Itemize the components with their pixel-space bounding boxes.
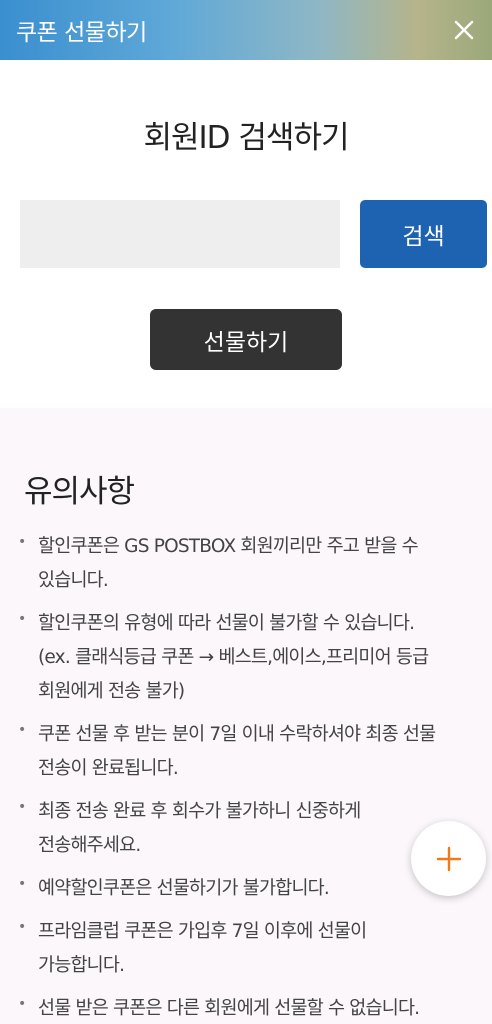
- notice-line: 전송이 완료됩니다.: [38, 758, 179, 779]
- notice-line: 예약할인쿠폰은 선물하기가 불가합니다.: [38, 878, 330, 899]
- page-title: 쿠폰 선물하기: [16, 20, 147, 46]
- bullet-icon: •: [18, 799, 26, 815]
- bullet-icon: •: [18, 611, 26, 627]
- plus-icon: [436, 846, 461, 871]
- bullet-icon: •: [18, 996, 26, 1012]
- app-header: 쿠폰 선물하기: [0, 0, 492, 60]
- notice-line: 회원에게 전송 불가): [38, 681, 185, 702]
- bullet-icon: •: [18, 722, 26, 738]
- notice-item: • 쿠폰 선물 후 받는 분이 7일 이내 수락하셔야 최종 선물전송이 완료됩니…: [18, 718, 478, 786]
- notice-line: 최종 전송 완료 후 회수가 불가하니 신중하게: [38, 801, 361, 822]
- notice-item: • 할인쿠폰의 유형에 따라 선물이 불가할 수 있습니다. (ex. 클래식등급 …: [18, 607, 478, 709]
- notice-line: (ex. 클래식등급 쿠폰 → 베스트,에이스,프리미어 등급: [38, 647, 429, 668]
- notice-list: • 할인쿠폰은 GS POSTBOX 회원끼리만 주고 받을 수있습니다. • 할인쿠…: [18, 530, 478, 1024]
- close-button[interactable]: [446, 12, 482, 48]
- search-button[interactable]: 검색: [360, 200, 487, 268]
- notice-line: 할인쿠폰은 GS POSTBOX 회원끼리만 주고 받을 수: [38, 536, 419, 557]
- notice-item: • 할인쿠폰은 GS POSTBOX 회원끼리만 주고 받을 수있습니다.: [18, 530, 478, 598]
- gift-button[interactable]: 선물하기: [150, 309, 342, 370]
- bullet-icon: •: [18, 876, 26, 892]
- notice-title: 유의사항: [24, 474, 135, 510]
- floating-add-button[interactable]: [411, 821, 486, 896]
- notice-item: • 프라임클럽 쿠폰은 가입후 7일 이후에 선물이가능합니다.: [18, 915, 478, 983]
- notice-line: 있습니다.: [38, 570, 109, 591]
- search-section: 회원ID 검색하기 검색 선물하기: [0, 60, 492, 408]
- member-id-search-input[interactable]: [20, 200, 340, 268]
- notice-item: • 선물 받은 쿠폰은 다른 회원에게 선물할 수 없습니다.: [18, 992, 478, 1024]
- notice-section: 유의사항 • 할인쿠폰은 GS POSTBOX 회원끼리만 주고 받을 수있습니다…: [0, 408, 492, 1024]
- close-icon: [454, 20, 474, 40]
- notice-line: 가능합니다.: [38, 955, 125, 976]
- notice-item: • 예약할인쿠폰은 선물하기가 불가합니다.: [18, 872, 478, 906]
- notice-item: • 최종 전송 완료 후 회수가 불가하니 신중하게 전송해주세요.: [18, 795, 478, 863]
- notice-line: 할인쿠폰의 유형에 따라 선물이 불가할 수 있습니다.: [38, 613, 415, 634]
- notice-line: 프라임클럽 쿠폰은 가입후 7일 이후에 선물이: [38, 921, 367, 942]
- notice-line: 선물 받은 쿠폰은 다른 회원에게 선물할 수 없습니다.: [38, 998, 420, 1019]
- bullet-icon: •: [18, 919, 26, 935]
- search-title: 회원ID 검색하기: [143, 120, 350, 156]
- notice-line: 쿠폰 선물 후 받는 분이 7일 이내 수락하셔야 최종 선물: [38, 724, 436, 745]
- bullet-icon: •: [18, 534, 26, 550]
